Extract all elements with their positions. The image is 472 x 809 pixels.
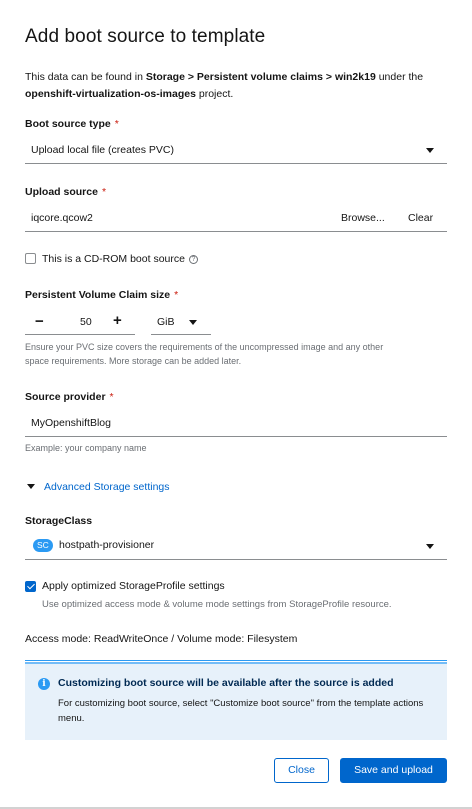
upload-source-field: iqcore.qcow2 Browse... Clear bbox=[25, 207, 447, 232]
caret-down-icon bbox=[426, 148, 434, 153]
pvc-unit-value: GiB bbox=[157, 316, 175, 328]
storage-profile-label: Apply optimized StorageProfile settings bbox=[42, 580, 225, 592]
pvc-helper-line: space requirements. More storage can be … bbox=[25, 356, 242, 366]
source-provider-value: MyOpenshiftBlog bbox=[31, 417, 111, 429]
help-icon[interactable]: ? bbox=[188, 255, 198, 264]
source-provider-helper: Example: your company name bbox=[25, 443, 147, 453]
plus-button[interactable]: + bbox=[113, 312, 122, 329]
access-mode-text: Access mode: ReadWriteOnce / Volume mode… bbox=[25, 633, 298, 645]
divider bbox=[25, 660, 447, 661]
alert-body: For customizing boot source, select "Cus… bbox=[58, 698, 424, 724]
add-boot-source-modal: Add boot source to template This data ca… bbox=[0, 0, 472, 809]
required-marker: * bbox=[174, 289, 179, 301]
description-suffix: project. bbox=[195, 88, 234, 100]
description-separator: > bbox=[184, 71, 197, 83]
description-path-win2k19: win2k19 bbox=[334, 71, 376, 83]
storage-profile-checkbox[interactable] bbox=[25, 581, 36, 592]
required-marker: * bbox=[101, 186, 107, 198]
storage-class-value: hostpath-provisioner bbox=[59, 539, 155, 551]
info-icon: i bbox=[38, 678, 50, 690]
advanced-storage-toggle[interactable]: Advanced Storage settings bbox=[27, 481, 170, 493]
description-separator: > bbox=[322, 71, 335, 83]
pvc-helper-line: Ensure your PVC size covers the requirem… bbox=[25, 342, 384, 352]
storage-class-badge: SC bbox=[33, 539, 53, 552]
info-alert: i Customizing boot source will be availa… bbox=[25, 662, 447, 740]
source-provider-input[interactable]: MyOpenshiftBlog bbox=[25, 412, 447, 437]
boot-source-type-label: Boot source type * bbox=[25, 118, 119, 130]
browse-button[interactable]: Browse... bbox=[341, 212, 385, 224]
pvc-unit-select[interactable]: GiB bbox=[151, 311, 211, 335]
minus-button[interactable]: − bbox=[35, 313, 44, 330]
required-marker: * bbox=[109, 391, 114, 403]
boot-source-type-value: Upload local file (creates PVC) bbox=[31, 144, 174, 156]
storage-profile-helper: Use optimized access mode & volume mode … bbox=[42, 599, 392, 610]
description-prefix: This data can be found in bbox=[25, 71, 146, 83]
description-middle: under the bbox=[375, 71, 424, 83]
caret-down-icon bbox=[426, 544, 434, 549]
boot-source-type-select[interactable]: Upload local file (creates PVC) bbox=[25, 138, 447, 164]
required-marker: * bbox=[114, 118, 119, 130]
modal-title: Add boot source to template bbox=[25, 26, 266, 47]
cdrom-checkbox[interactable] bbox=[25, 253, 36, 264]
save-and-upload-button[interactable]: Save and upload bbox=[340, 758, 447, 783]
advanced-storage-label: Advanced Storage settings bbox=[44, 481, 170, 493]
pvc-size-stepper: − 50 + bbox=[25, 311, 135, 335]
description-project: openshift-virtualization-os-images bbox=[25, 88, 196, 100]
description-path-pvc: Persistent volume claims bbox=[196, 71, 323, 83]
upload-filename[interactable]: iqcore.qcow2 bbox=[31, 212, 93, 224]
caret-down-icon bbox=[189, 320, 197, 325]
source-provider-label: Source provider * bbox=[25, 391, 114, 403]
upload-source-label: Upload source * bbox=[25, 186, 107, 198]
pvc-size-label: Persistent Volume Claim size * bbox=[25, 289, 179, 301]
close-button[interactable]: Close bbox=[274, 758, 329, 783]
clear-button[interactable]: Clear bbox=[408, 212, 433, 224]
modal-description: This data can be found in Storage > Pers… bbox=[25, 69, 455, 103]
description-path-storage: Storage bbox=[145, 71, 185, 83]
cdrom-checkbox-label: This is a CD-ROM boot source? bbox=[42, 253, 198, 265]
pvc-size-helper: Ensure your PVC size covers the requirem… bbox=[25, 340, 383, 368]
chevron-down-icon bbox=[27, 484, 35, 489]
alert-title: Customizing boot source will be availabl… bbox=[58, 677, 394, 689]
storage-class-label: StorageClass bbox=[25, 515, 93, 527]
storage-class-select[interactable]: SC hostpath-provisioner bbox=[25, 534, 447, 560]
pvc-size-input[interactable]: 50 bbox=[80, 316, 92, 328]
